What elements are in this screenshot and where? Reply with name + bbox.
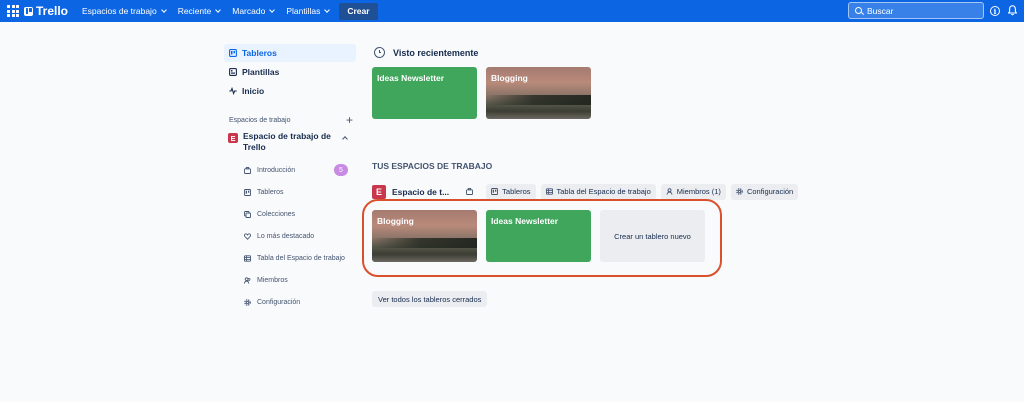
sidebar-item-members[interactable]: Miembros bbox=[224, 269, 356, 291]
board-icon bbox=[244, 188, 251, 196]
workspace-members-button[interactable]: Miembros (1) bbox=[660, 183, 726, 200]
workspace-boards-button[interactable]: Tableros bbox=[486, 183, 536, 200]
trello-logo-text: Trello bbox=[36, 4, 69, 18]
chevron-up-icon bbox=[342, 136, 348, 142]
nav-label: Espacios de trabajo bbox=[82, 6, 157, 16]
chip-label: Configuración bbox=[746, 187, 794, 196]
chip-label: Tabla del Espacio de trabajo bbox=[556, 187, 651, 196]
workspace-header-bar: E Espacio de t... Tableros Tabla del Esp… bbox=[372, 183, 803, 200]
chevron-down-icon bbox=[215, 6, 222, 13]
chevron-down-icon bbox=[324, 6, 331, 13]
board-title: Ideas Newsletter bbox=[377, 73, 445, 83]
view-closed-boards-button[interactable]: Ver todos los tableros cerrados bbox=[372, 291, 488, 307]
search-placeholder: Buscar bbox=[867, 5, 894, 16]
members-icon bbox=[244, 276, 251, 284]
workspace-name-truncated: Espacio de t... bbox=[392, 186, 450, 197]
briefcase-icon bbox=[465, 188, 473, 195]
chevron-down-icon bbox=[160, 6, 167, 13]
board-title: Blogging bbox=[491, 73, 528, 83]
collections-icon bbox=[244, 210, 251, 218]
gear-icon bbox=[736, 188, 743, 195]
briefcase-icon bbox=[244, 166, 251, 174]
nav-starred-menu[interactable]: Marcado bbox=[226, 2, 280, 20]
sidebar-item-label: Miembros bbox=[257, 276, 288, 284]
board-icon bbox=[229, 49, 237, 57]
nav-recent-menu[interactable]: Reciente bbox=[172, 2, 227, 20]
nav-label: Plantillas bbox=[286, 6, 321, 16]
sidebar-item-workspace-table[interactable]: Tabla del Espacio de trabajo bbox=[224, 247, 356, 269]
workspace-avatar: E bbox=[372, 184, 386, 199]
board-title: Blogging bbox=[377, 216, 414, 226]
app-switcher-icon[interactable] bbox=[6, 4, 20, 18]
sidebar-item-label: Lo más destacado bbox=[257, 232, 315, 240]
info-icon[interactable]: i bbox=[990, 6, 1000, 16]
search-input[interactable]: Buscar bbox=[848, 2, 984, 19]
sidebar-item-introduction[interactable]: Introducción 5 bbox=[224, 159, 356, 181]
recent-board-blogging[interactable]: Blogging bbox=[486, 67, 591, 119]
sidebar-item-collections[interactable]: Colecciones bbox=[224, 203, 356, 225]
recent-section-title: Visto recientemente bbox=[374, 47, 478, 58]
sidebar-item-label: Inicio bbox=[242, 86, 265, 96]
workspace-avatar: E bbox=[228, 133, 238, 143]
add-workspace-icon[interactable]: + bbox=[346, 114, 353, 126]
sidebar-item-templates[interactable]: Plantillas bbox=[224, 63, 356, 81]
sidebar-item-label: Tabla del Espacio de trabajo bbox=[257, 254, 345, 262]
pulse-icon bbox=[229, 87, 237, 95]
nav-workspaces-menu[interactable]: Espacios de trabajo bbox=[76, 2, 172, 20]
clock-icon bbox=[374, 47, 385, 58]
sidebar-item-label: Tableros bbox=[242, 48, 277, 58]
recent-section-label: Visto recientemente bbox=[393, 47, 479, 58]
workspace-table-button[interactable]: Tabla del Espacio de trabajo bbox=[540, 183, 656, 200]
search-icon bbox=[855, 7, 862, 14]
workspace-settings-button[interactable]: Configuración bbox=[730, 183, 799, 200]
workspace-introduction-button[interactable] bbox=[461, 184, 477, 200]
trello-logo[interactable]: Trello bbox=[24, 4, 68, 18]
sidebar-item-boards-sub[interactable]: Tableros bbox=[224, 181, 356, 203]
chip-label: Miembros (1) bbox=[676, 187, 721, 196]
board-title: Ideas Newsletter bbox=[491, 216, 559, 226]
sidebar-item-highlights[interactable]: Lo más destacado bbox=[224, 225, 356, 247]
create-button[interactable]: Crear bbox=[339, 2, 378, 20]
gear-icon bbox=[244, 298, 251, 306]
workspace-name: Espacio de trabajo de Trello bbox=[243, 131, 331, 152]
workspaces-heading: Espacios de trabajo + bbox=[224, 114, 356, 126]
member-icon bbox=[666, 188, 673, 195]
trello-logo-icon bbox=[24, 6, 33, 16]
sidebar-item-label: Plantillas bbox=[242, 67, 280, 77]
workspace-toggle[interactable]: E Espacio de trabajo de Trello bbox=[224, 131, 356, 153]
recent-board-ideas-newsletter[interactable]: Ideas Newsletter bbox=[372, 67, 477, 119]
sidebar-item-label: Introducción bbox=[257, 166, 296, 174]
heart-icon bbox=[244, 232, 251, 240]
board-icon bbox=[491, 188, 499, 195]
sidebar-item-label: Configuración bbox=[257, 298, 301, 306]
sidebar-item-boards[interactable]: Tableros bbox=[224, 44, 356, 62]
workspace-submenu: Introducción 5 Tableros Colecciones Lo m… bbox=[224, 159, 356, 313]
nav-label: Marcado bbox=[232, 6, 266, 16]
highlight-annotation bbox=[362, 199, 722, 277]
sidebar: Tableros Plantillas Inicio Espacios de t… bbox=[224, 44, 356, 313]
table-icon bbox=[545, 188, 553, 195]
nav-label: Reciente bbox=[177, 6, 212, 16]
sidebar-item-label: Tableros bbox=[257, 188, 284, 196]
workspaces-heading-label: Espacios de trabajo bbox=[229, 116, 291, 124]
nav-templates-menu[interactable]: Plantillas bbox=[280, 2, 335, 20]
notification-badge: 5 bbox=[334, 164, 348, 176]
sidebar-item-label: Colecciones bbox=[257, 210, 296, 218]
template-icon bbox=[229, 68, 237, 76]
chip-label: Tableros bbox=[502, 187, 531, 196]
sidebar-item-home[interactable]: Inicio bbox=[224, 82, 356, 100]
bell-icon[interactable] bbox=[1008, 5, 1017, 16]
table-icon bbox=[244, 254, 251, 262]
chevron-down-icon bbox=[269, 6, 276, 13]
workspaces-section-title: TUS ESPACIOS DE TRABAJO bbox=[372, 161, 493, 171]
sidebar-item-settings[interactable]: Configuración bbox=[224, 291, 356, 313]
